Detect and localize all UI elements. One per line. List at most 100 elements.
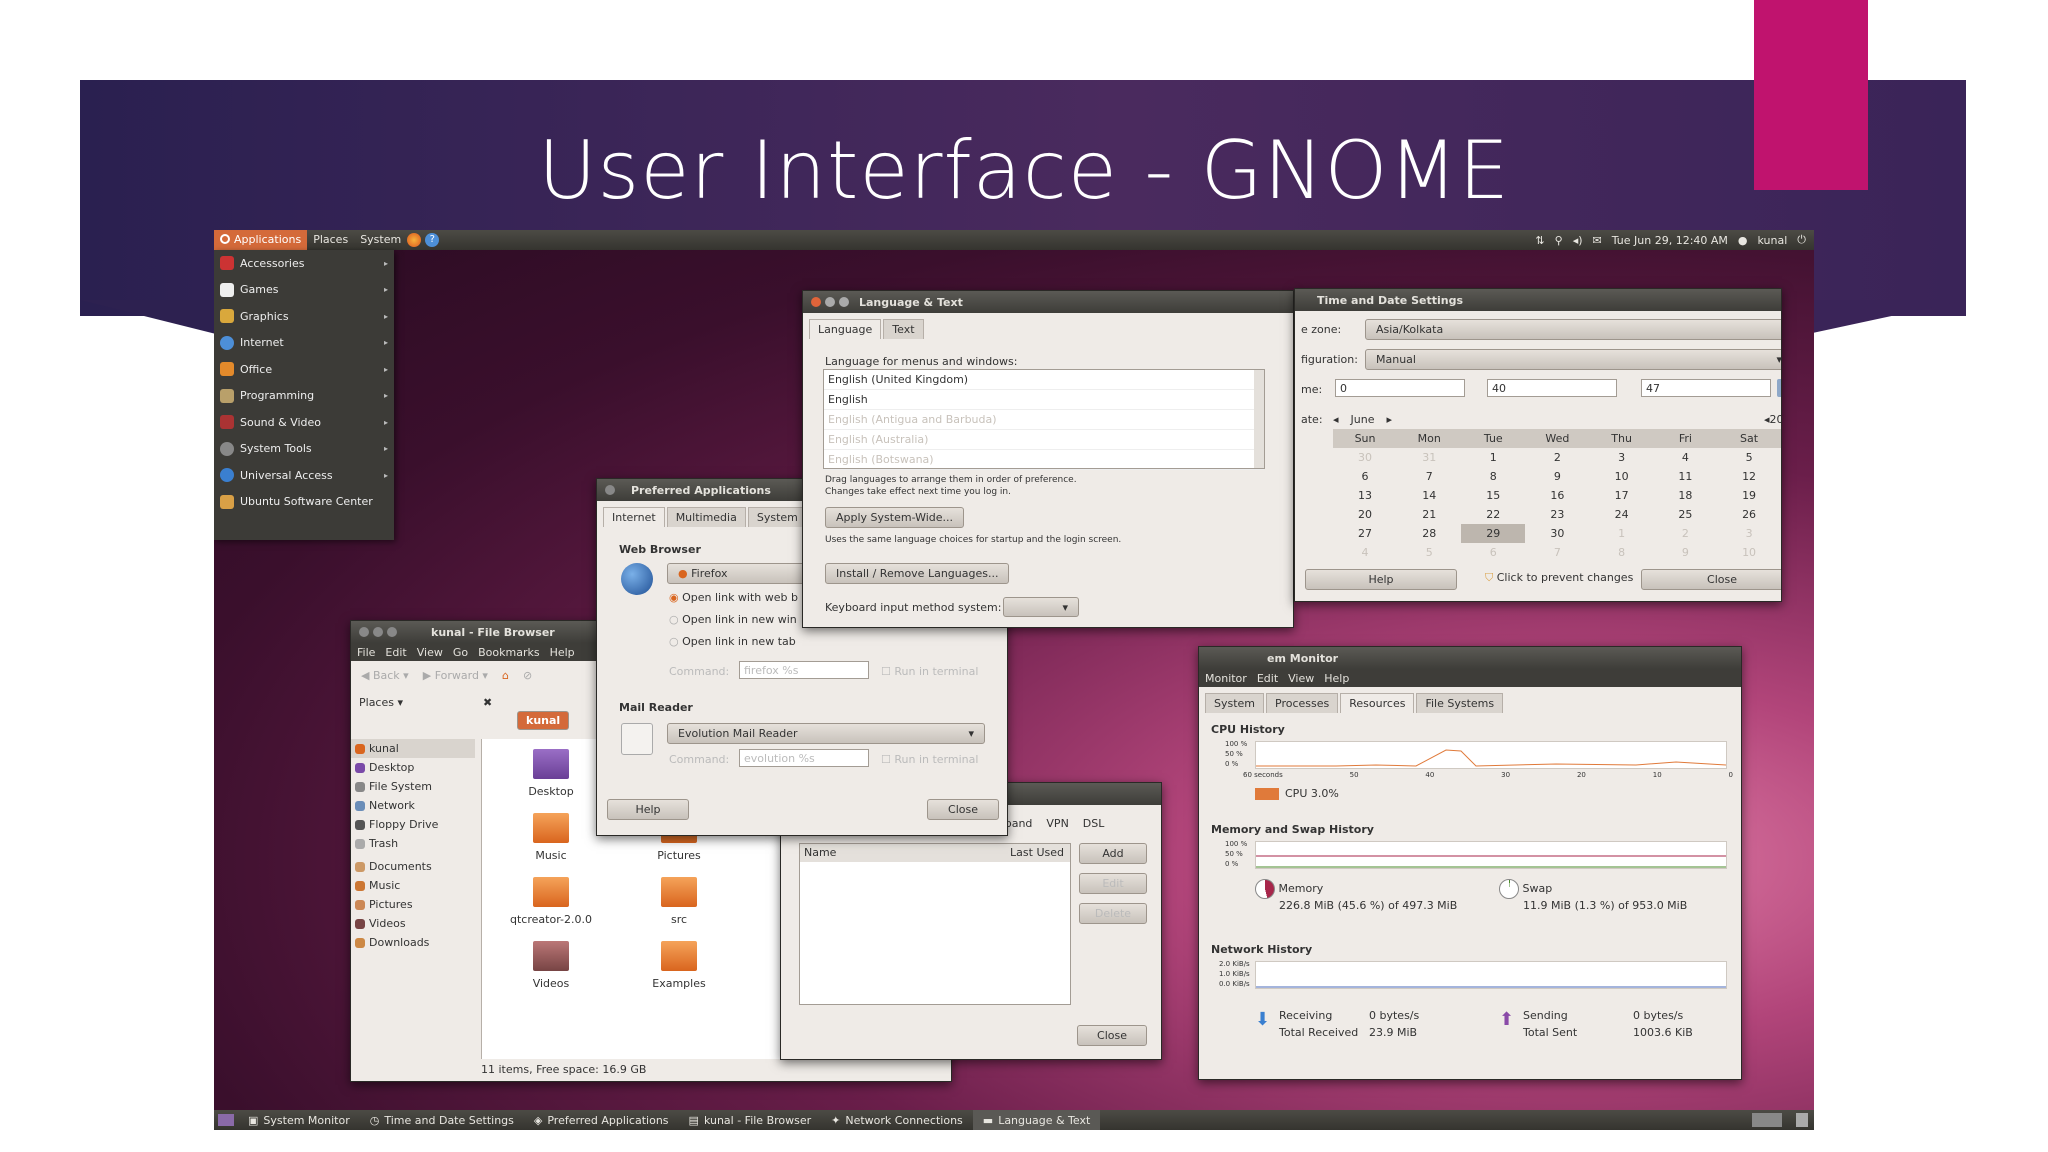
calendar-day[interactable]: 7 — [1525, 543, 1589, 562]
close-button[interactable]: Close — [927, 799, 999, 820]
lock-button[interactable]: ⛉ Click to prevent changes — [1485, 571, 1633, 585]
stop-icon[interactable]: ⊘ — [523, 669, 532, 682]
tab-resources[interactable]: Resources — [1340, 693, 1415, 713]
calendar-day[interactable]: 6 — [1461, 543, 1525, 562]
calendar-day[interactable]: 9 — [1654, 543, 1717, 562]
power-icon[interactable]: ⏻ — [1797, 233, 1806, 247]
menu-item-universal-access[interactable]: Universal Access ▸ — [214, 462, 394, 489]
calendar-day[interactable]: 19 — [1717, 486, 1781, 505]
calendar-day[interactable]: 27 — [1333, 524, 1397, 543]
tab-dsl[interactable]: DSL — [1083, 817, 1105, 830]
mail-reader-select[interactable]: Evolution Mail Reader ▾ — [667, 723, 985, 744]
calendar-day[interactable]: 6 — [1333, 467, 1397, 486]
close-sidebar-icon[interactable]: ✖ — [483, 696, 492, 709]
keyboard-input-select[interactable]: ▾ — [1003, 597, 1079, 617]
language-list[interactable]: English (United Kingdom) English English… — [823, 369, 1265, 470]
calendar-day[interactable]: 24 — [1590, 505, 1654, 524]
minimize-icon[interactable] — [825, 297, 835, 307]
place-music[interactable]: Music — [351, 876, 475, 895]
menu-item-graphics[interactable]: Graphics ▸ — [214, 303, 394, 330]
task-preferred-apps[interactable]: ◈ Preferred Applications — [524, 1110, 679, 1130]
run-in-terminal-checkbox[interactable]: ☐ Run in terminal — [881, 665, 978, 678]
calendar-day[interactable]: 20 — [1333, 505, 1397, 524]
calendar-day[interactable]: 3 — [1717, 524, 1781, 543]
applications-menu[interactable]: Applications — [214, 230, 308, 250]
menu-file[interactable]: File — [357, 646, 375, 659]
browser-select[interactable]: ● Firefox — [667, 563, 809, 584]
place-desktop[interactable]: Desktop — [351, 758, 475, 777]
calendar-day[interactable]: 30 — [1333, 448, 1397, 467]
trash-panel-icon[interactable] — [1796, 1113, 1808, 1127]
set-time-icon[interactable] — [1777, 379, 1781, 397]
close-button[interactable]: Close — [1641, 569, 1781, 590]
menu-view[interactable]: View — [417, 646, 443, 659]
close-icon[interactable] — [605, 485, 615, 495]
network-icon[interactable]: ⇅ — [1535, 234, 1544, 247]
calendar-day[interactable]: 10 — [1590, 467, 1654, 486]
tab-system[interactable]: System — [747, 507, 807, 527]
places-menu[interactable]: Places — [307, 230, 354, 250]
swap-pie-icon[interactable] — [1499, 879, 1519, 899]
language-scrollbar[interactable] — [1254, 370, 1264, 468]
maximize-icon[interactable] — [839, 297, 849, 307]
open-link-new-tab-radio[interactable]: ○ Open link in new tab — [669, 635, 796, 648]
task-system-monitor[interactable]: ▣ System Monitor — [238, 1110, 360, 1130]
system-menu[interactable]: System — [354, 230, 407, 250]
place-file-system[interactable]: File System — [351, 777, 475, 796]
tab-text[interactable]: Text — [883, 319, 924, 339]
file-src[interactable]: src — [634, 877, 724, 926]
language-titlebar[interactable]: Language & Text — [803, 291, 1293, 313]
apply-system-wide-button[interactable]: Apply System-Wide... — [825, 507, 965, 528]
place-kunal[interactable]: kunal — [351, 739, 475, 758]
tab-file-systems[interactable]: File Systems — [1416, 693, 1504, 713]
next-month-icon[interactable]: ▸ — [1387, 413, 1393, 426]
menu-view[interactable]: View — [1288, 672, 1314, 685]
tab-multimedia[interactable]: Multimedia — [666, 507, 746, 527]
calendar-day[interactable]: 5 — [1717, 448, 1781, 467]
menu-help[interactable]: Help — [1324, 672, 1349, 685]
place-floppy[interactable]: Floppy Drive — [351, 815, 475, 834]
task-language[interactable]: ▬ Language & Text — [972, 1110, 1101, 1130]
calendar-day[interactable]: 9 — [1525, 467, 1589, 486]
calendar-day[interactable]: 28 — [1397, 524, 1461, 543]
time-date-titlebar[interactable]: Time and Date Settings — [1295, 289, 1781, 311]
menu-item-accessories[interactable]: Accessories ▸ — [214, 250, 394, 277]
language-row[interactable]: English (United Kingdom) — [824, 370, 1264, 390]
calendar-day[interactable]: 5 — [1397, 543, 1461, 562]
menu-monitor[interactable]: Monitor — [1205, 672, 1247, 685]
menu-item-system-tools[interactable]: System Tools ▸ — [214, 436, 394, 463]
calendar-day[interactable]: 21 — [1397, 505, 1461, 524]
tab-processes[interactable]: Processes — [1266, 693, 1339, 713]
delete-button[interactable]: Delete — [1079, 903, 1147, 924]
user-name[interactable]: kunal — [1758, 234, 1788, 247]
col-name[interactable]: Name — [800, 844, 1010, 862]
language-row[interactable]: English (Australia) — [824, 430, 1264, 450]
task-network[interactable]: ✦ Network Connections — [821, 1110, 973, 1130]
language-row[interactable]: English (Antigua and Barbuda) — [824, 410, 1264, 430]
path-button[interactable]: kunal — [517, 711, 570, 730]
receiving-arrow-icon[interactable]: ⬇ — [1255, 1009, 1279, 1039]
minimize-icon[interactable] — [373, 627, 383, 637]
configuration-select[interactable]: Manual ▾ — [1365, 349, 1781, 370]
menu-item-office[interactable]: Office ▸ — [214, 356, 394, 383]
place-network[interactable]: Network — [351, 796, 475, 815]
mail-icon[interactable]: ✉ — [1593, 234, 1602, 247]
file-qtcreator[interactable]: qtcreator-2.0.0 — [506, 877, 596, 926]
seconds-spinner[interactable]: 47 — [1641, 379, 1771, 397]
file-music[interactable]: Music — [506, 813, 596, 862]
language-row[interactable]: English (Botswana) — [824, 450, 1264, 470]
language-row[interactable]: English — [824, 390, 1264, 410]
col-last-used[interactable]: Last Used — [1010, 844, 1070, 862]
calendar-day[interactable]: 8 — [1590, 543, 1654, 562]
place-trash[interactable]: Trash — [351, 834, 475, 853]
close-button[interactable]: Close — [1077, 1025, 1147, 1046]
calendar-day[interactable]: 29 — [1461, 524, 1526, 543]
prev-month-icon[interactable]: ◂ — [1333, 413, 1339, 426]
menu-edit[interactable]: Edit — [385, 646, 406, 659]
place-downloads[interactable]: Downloads — [351, 933, 475, 952]
tab-vpn[interactable]: VPN — [1046, 817, 1068, 830]
forward-button[interactable]: ▶ Forward ▾ — [423, 669, 488, 682]
hours-spinner[interactable]: 0 — [1335, 379, 1465, 397]
help-button[interactable]: Help — [607, 799, 689, 820]
menu-item-internet[interactable]: Internet ▸ — [214, 330, 394, 357]
